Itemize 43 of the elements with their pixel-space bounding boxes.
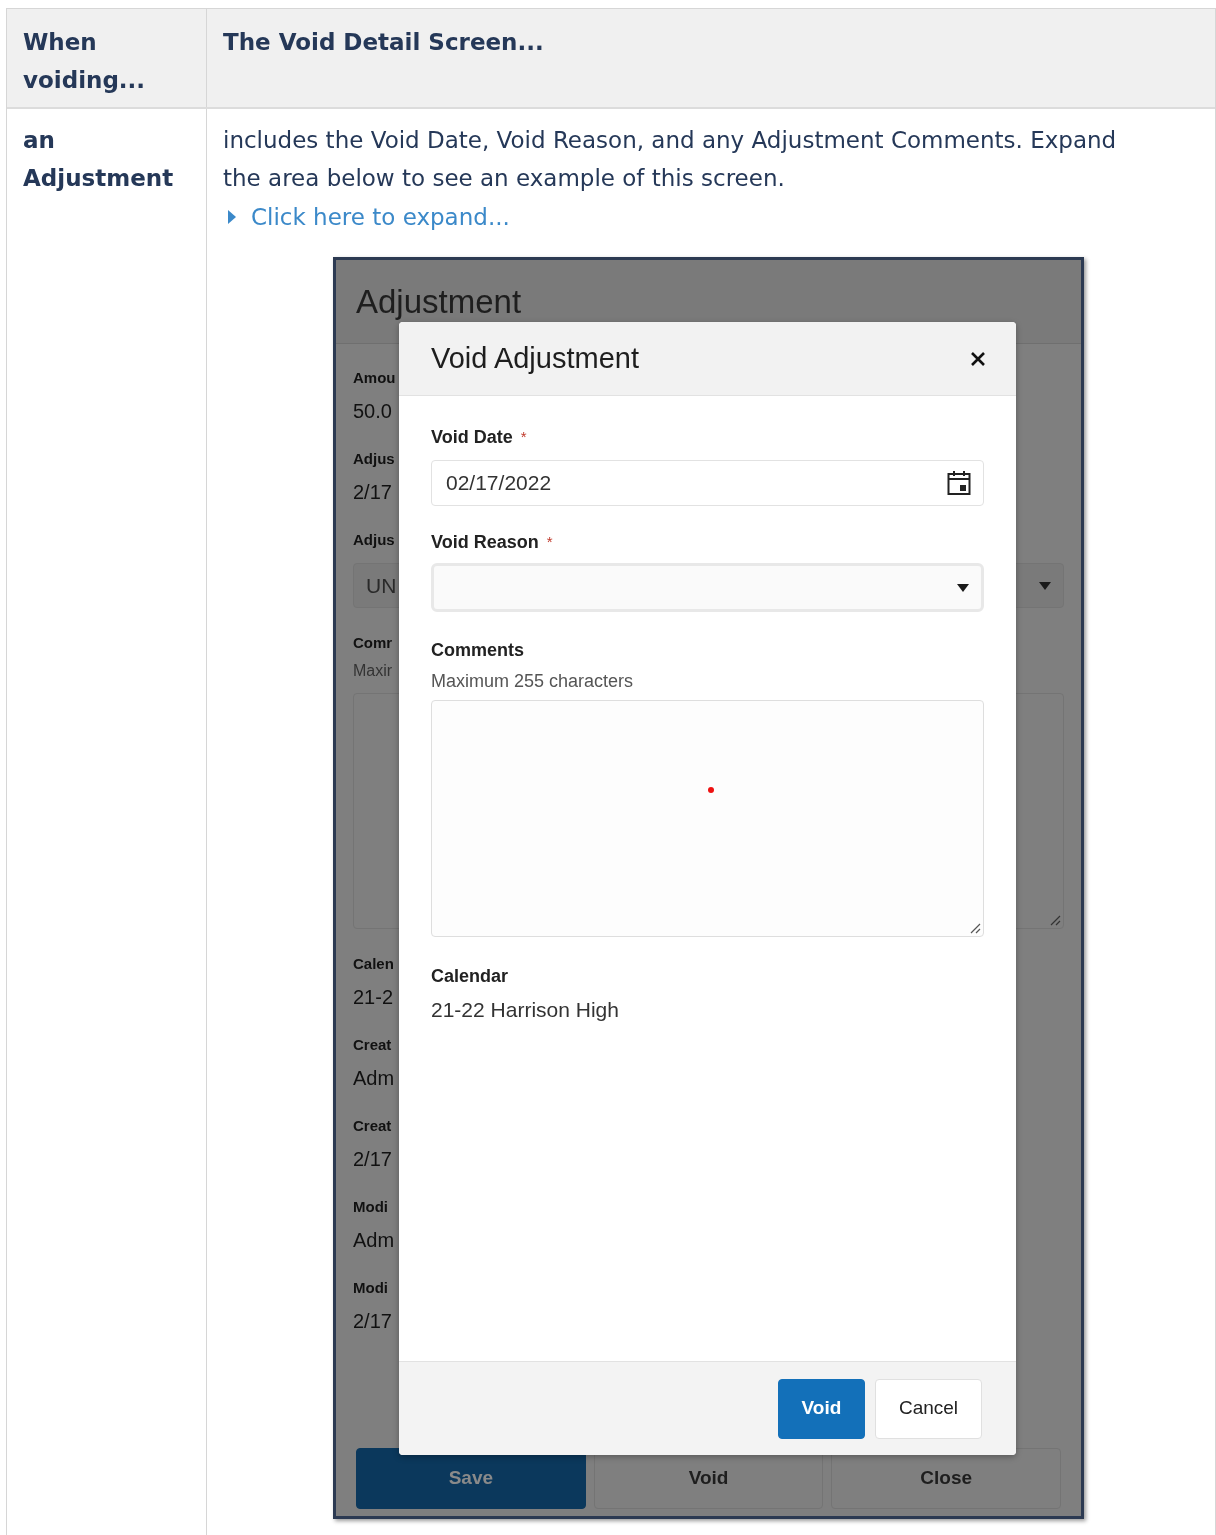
- date-field[interactable]: 02/17/2022: [431, 460, 984, 506]
- field-value: Adm: [353, 1228, 395, 1253]
- select-field[interactable]: [431, 563, 984, 612]
- close-icon[interactable]: [970, 350, 986, 367]
- field-value: 2/17: [353, 1309, 392, 1334]
- calendar-icon[interactable]: [947, 470, 971, 496]
- expand-link[interactable]: Click here to expand...: [251, 199, 510, 235]
- field-value: 21-22 Harrison High: [431, 997, 619, 1020]
- caret-icon: [957, 583, 969, 592]
- field-label: Comr: [353, 633, 393, 653]
- required-asterisk: *: [520, 426, 527, 447]
- required-asterisk: *: [546, 531, 553, 552]
- dialog-title: Void Adjustment: [431, 340, 639, 376]
- expand-triangle-icon: [227, 209, 237, 225]
- field-label: Void Date: [431, 425, 513, 449]
- column-header: When voiding...: [23, 28, 147, 95]
- resize-handle-icon: [1049, 914, 1061, 926]
- column-header: The Void Detail Screen...: [223, 28, 545, 57]
- field-value: 2/17: [353, 480, 392, 505]
- description-text: includes the Void Date, Void Reason, and any Adjustment Comments. Expand the area below to see an example of this screen.: [223, 126, 1118, 193]
- field-value: Adm: [353, 1066, 395, 1091]
- field-label: Creat: [353, 1116, 392, 1136]
- field-label: Calen: [353, 954, 394, 974]
- field-hint: Maxir: [353, 661, 393, 681]
- caret-icon: [1039, 581, 1051, 590]
- field-label: Void Reason: [431, 530, 539, 554]
- field-hint: Maximum 255 characters: [431, 670, 634, 688]
- field-label: Modi: [353, 1197, 388, 1217]
- field-label: Adjus: [353, 449, 395, 469]
- row-label: an Adjustment: [23, 126, 175, 193]
- field-label: Modi: [353, 1278, 388, 1298]
- field-label: Adjus: [353, 530, 395, 550]
- field-value: 21-2: [353, 985, 394, 1010]
- resize-handle-icon: [969, 922, 981, 934]
- dialog-button[interactable]: Void: [778, 1378, 865, 1439]
- field-label: Amou: [353, 368, 396, 388]
- field-value: 50.0: [353, 399, 392, 424]
- field-label: Calendar: [431, 965, 509, 983]
- field-label: Creat: [353, 1035, 392, 1055]
- page-title: Adjustment: [356, 281, 522, 322]
- dialog-button[interactable]: Cancel: [875, 1378, 982, 1439]
- field-label: Comments: [431, 639, 524, 657]
- field-value: 2/17: [353, 1147, 392, 1172]
